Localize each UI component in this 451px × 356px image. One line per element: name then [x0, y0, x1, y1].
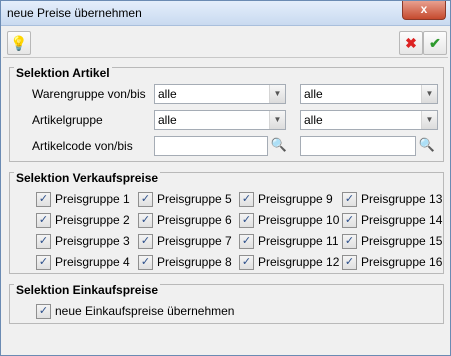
group-selektion-einkaufspreise: Selektion Einkaufspreise ✓ neue Einkaufs…: [9, 283, 444, 324]
artikelgruppe-bis-value: alle: [304, 113, 323, 127]
artikelgruppe-bis-select[interactable]: alle ▼: [300, 110, 438, 130]
checkmark-icon: ✓: [241, 193, 252, 205]
preisgruppe-label: Preisgruppe 15: [361, 234, 443, 248]
artikelgruppe-von-value: alle: [158, 113, 177, 127]
preisgruppe-checkbox[interactable]: ✓: [342, 213, 357, 228]
preisgruppe-label: Preisgruppe 14: [361, 213, 443, 227]
warengruppe-von-value: alle: [158, 87, 177, 101]
preisgruppe-checkbox[interactable]: ✓: [138, 234, 153, 249]
chevron-down-icon[interactable]: ▼: [269, 85, 285, 103]
preisgruppe-label: Preisgruppe 6: [157, 213, 232, 227]
group-title-artikel: Selektion Artikel: [14, 66, 112, 80]
hint-button[interactable]: 💡: [7, 31, 31, 55]
warengruppe-bis-select[interactable]: alle ▼: [300, 84, 438, 104]
preisgruppe-label: Preisgruppe 1: [55, 192, 130, 206]
checkmark-icon: ✓: [38, 256, 49, 268]
preisgruppe-checkbox[interactable]: ✓: [239, 213, 254, 228]
chevron-down-icon[interactable]: ▼: [421, 85, 437, 103]
chevron-down-icon[interactable]: ▼: [269, 111, 285, 129]
toolbar: 💡 ✖ ✔: [3, 29, 448, 58]
einkaufspreise-checkbox[interactable]: ✓: [36, 304, 51, 319]
close-icon: x: [420, 2, 428, 16]
checkmark-icon: ✓: [344, 235, 355, 247]
checkmark-icon: ✓: [140, 193, 151, 205]
preisgruppe-label: Preisgruppe 11: [258, 234, 339, 248]
search-icon[interactable]: 🔍: [270, 136, 288, 154]
preisgruppe-checkbox[interactable]: ✓: [138, 192, 153, 207]
group-title-verkaufspreise: Selektion Verkaufspreise: [14, 171, 161, 185]
ok-button[interactable]: ✔: [423, 31, 447, 55]
preisgruppe-label: Preisgruppe 2: [55, 213, 130, 227]
preisgruppe-checkbox[interactable]: ✓: [342, 192, 357, 207]
preisgruppe-label: Preisgruppe 5: [157, 192, 232, 206]
artikelgruppe-label: Artikelgruppe: [32, 113, 103, 127]
preisgruppe-checkbox[interactable]: ✓: [138, 255, 153, 270]
checkmark-icon: ✓: [140, 214, 151, 226]
checkmark-icon: ✓: [344, 256, 355, 268]
lightbulb-icon: 💡: [10, 35, 28, 51]
checkmark-icon: ✓: [241, 214, 252, 226]
checkmark-icon: ✓: [38, 193, 49, 205]
group-selektion-verkaufspreise: Selektion Verkaufspreise ✓ Preisgruppe 1 ✓…: [9, 171, 444, 274]
preisgruppe-label: Preisgruppe 7: [157, 234, 232, 248]
group-selektion-artikel: Selektion Artikel Warengruppe von/bis al…: [9, 66, 444, 162]
preisgruppe-checkbox[interactable]: ✓: [36, 213, 51, 228]
artikelcode-von-input[interactable]: [154, 136, 268, 156]
cancel-button[interactable]: ✖: [399, 31, 423, 55]
preisgruppe-label: Preisgruppe 3: [55, 234, 130, 248]
checkmark-icon: ✓: [38, 214, 49, 226]
checkmark-icon: ✓: [140, 235, 151, 247]
artikelcode-label: Artikelcode von/bis: [32, 139, 133, 153]
preisgruppe-label: Preisgruppe 16: [361, 255, 443, 269]
checkmark-icon: ✓: [344, 193, 355, 205]
artikelcode-bis-input[interactable]: [300, 136, 416, 156]
group-title-einkaufspreise: Selektion Einkaufspreise: [14, 283, 161, 297]
preisgruppe-checkbox[interactable]: ✓: [138, 213, 153, 228]
preisgruppe-checkbox[interactable]: ✓: [239, 234, 254, 249]
preisgruppe-checkbox[interactable]: ✓: [239, 192, 254, 207]
preisgruppe-label: Preisgruppe 12: [258, 255, 340, 269]
preisgruppe-label: Preisgruppe 13: [361, 192, 443, 206]
search-icon[interactable]: 🔍: [418, 136, 436, 154]
checkmark-icon: ✓: [241, 235, 252, 247]
preisgruppe-checkbox[interactable]: ✓: [342, 255, 357, 270]
dialog-window: neue Preise übernehmen x 💡 ✖ ✔ Selektion…: [0, 0, 451, 356]
preisgruppe-label: Preisgruppe 8: [157, 255, 232, 269]
preisgruppe-checkbox[interactable]: ✓: [239, 255, 254, 270]
green-check-icon: ✔: [429, 35, 441, 51]
checkmark-icon: ✓: [140, 256, 151, 268]
checkmark-icon: ✓: [344, 214, 355, 226]
window-title: neue Preise übernehmen: [7, 6, 142, 20]
warengruppe-von-select[interactable]: alle ▼: [154, 84, 286, 104]
preisgruppe-checkbox[interactable]: ✓: [36, 234, 51, 249]
warengruppe-label: Warengruppe von/bis: [32, 87, 146, 101]
checkmark-icon: ✓: [38, 305, 49, 317]
preisgruppe-checkbox[interactable]: ✓: [342, 234, 357, 249]
preisgruppe-checkbox[interactable]: ✓: [36, 192, 51, 207]
checkmark-icon: ✓: [241, 256, 252, 268]
title-bar[interactable]: neue Preise übernehmen x: [1, 1, 450, 26]
red-x-icon: ✖: [405, 35, 417, 51]
preisgruppe-label: Preisgruppe 4: [55, 255, 130, 269]
preisgruppe-label: Preisgruppe 10: [258, 213, 340, 227]
warengruppe-bis-value: alle: [304, 87, 323, 101]
preisgruppe-label: Preisgruppe 9: [258, 192, 333, 206]
einkaufspreise-label: neue Einkaufspreise übernehmen: [55, 304, 235, 318]
artikelgruppe-von-select[interactable]: alle ▼: [154, 110, 286, 130]
close-button[interactable]: x: [402, 1, 446, 20]
chevron-down-icon[interactable]: ▼: [421, 111, 437, 129]
preisgruppe-checkbox[interactable]: ✓: [36, 255, 51, 270]
checkmark-icon: ✓: [38, 235, 49, 247]
